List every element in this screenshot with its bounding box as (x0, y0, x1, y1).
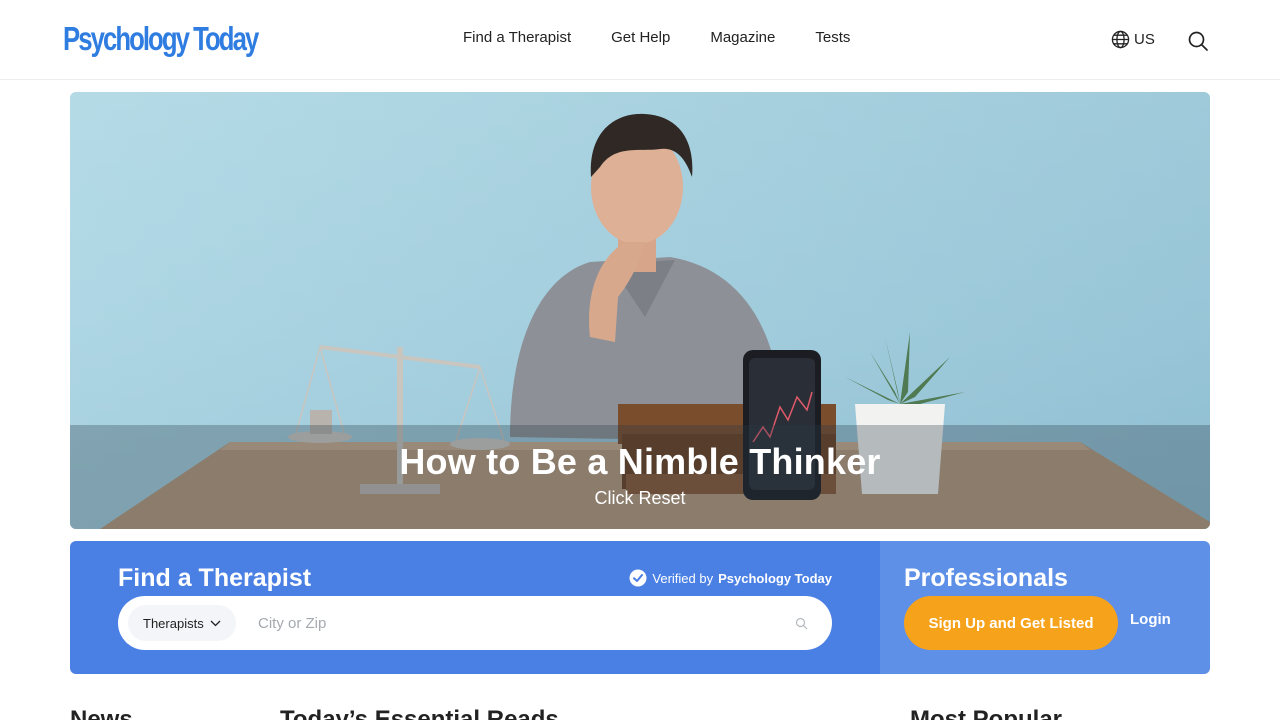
therapist-search-box: Therapists (118, 596, 832, 650)
site-header: Psychology Today Find a Therapist Get He… (0, 0, 1280, 80)
find-therapist-panel: Find a Therapist Verified by Psychology … (70, 541, 880, 674)
nav-find-therapist[interactable]: Find a Therapist (463, 29, 571, 46)
section-heading-most-popular: Most Popular (910, 706, 1063, 720)
verified-check-icon (629, 569, 647, 587)
hero-subtitle: Click Reset (594, 488, 686, 508)
main-nav: Find a Therapist Get Help Magazine Tests (463, 29, 850, 46)
section-heading-essential-reads: Today’s Essential Reads (280, 706, 559, 720)
finder-title: Find a Therapist (118, 564, 312, 592)
login-link[interactable]: Login (1130, 611, 1171, 628)
globe-icon (1111, 30, 1130, 49)
nav-magazine[interactable]: Magazine (710, 29, 775, 46)
search-icon[interactable] (1187, 30, 1209, 52)
section-heading-news: News (70, 706, 133, 720)
verified-badge: Verified by Psychology Today (629, 569, 832, 587)
verified-prefix: Verified by (652, 570, 714, 586)
professionals-panel: Professionals Sign Up and Get Listed Log… (880, 541, 1210, 674)
hero-banner[interactable]: How to Be a Nimble Thinker Click Reset (70, 92, 1210, 529)
logo[interactable]: Psychology Today (63, 20, 259, 58)
city-zip-input[interactable] (258, 606, 758, 640)
hero-title[interactable]: How to Be a Nimble Thinker (70, 441, 1210, 483)
locale-selector[interactable]: US (1111, 30, 1155, 49)
professionals-title: Professionals (904, 564, 1068, 592)
signup-button[interactable]: Sign Up and Get Listed (904, 596, 1118, 650)
nav-get-help[interactable]: Get Help (611, 29, 670, 46)
provider-type-label: Therapists (143, 615, 204, 631)
verified-brand: Psychology Today (718, 570, 832, 586)
chevron-down-icon (210, 620, 221, 626)
provider-type-select[interactable]: Therapists (128, 605, 236, 641)
locale-label: US (1134, 31, 1155, 48)
search-submit-icon[interactable] (795, 617, 808, 630)
nav-tests[interactable]: Tests (815, 29, 850, 46)
